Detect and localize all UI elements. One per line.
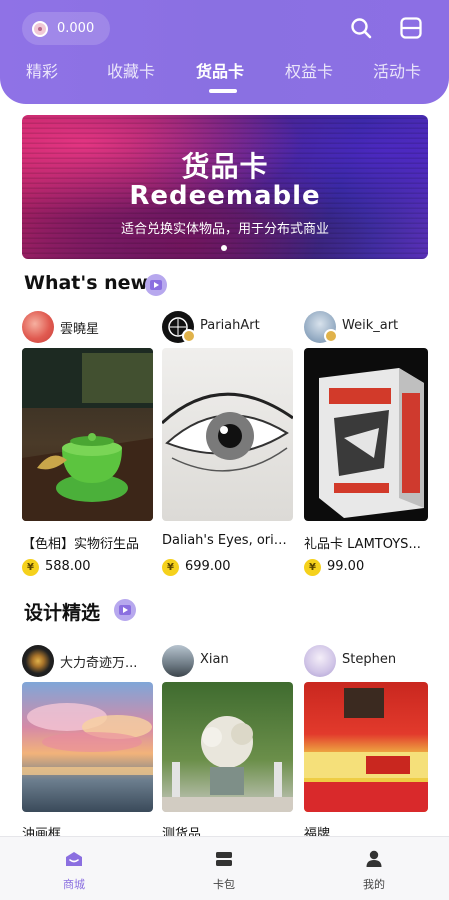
creator-name: PariahArt xyxy=(200,318,260,333)
product-name: 【色相】实物衍生品 xyxy=(22,537,140,552)
mall-icon xyxy=(66,852,82,866)
product-name: Daliah's Eyes, origi... xyxy=(162,533,293,548)
avatar xyxy=(304,645,336,677)
nav-label: 卡包 xyxy=(213,878,235,891)
yen-coin-icon: ¥ xyxy=(22,559,39,576)
product-name: 礼品卡 LAMTOYS... xyxy=(304,537,421,552)
product-card[interactable]: Xian 测货品 xyxy=(162,645,293,842)
top-header: 0.000 精彩 收藏卡 货品卡 权益卡 活动卡 xyxy=(0,0,449,104)
section-title-design-picks: 设计精选 xyxy=(24,602,101,624)
product-image xyxy=(22,348,153,521)
creator-name: 雲曉星 xyxy=(60,322,100,337)
creator-row[interactable]: 大力奇迹万... xyxy=(22,645,153,677)
creator-row[interactable]: Stephen xyxy=(304,645,428,677)
search-icon[interactable] xyxy=(349,16,373,40)
creator-name: Stephen xyxy=(342,652,397,667)
product-card[interactable]: 雲曉星 【色相】实物衍生品 ¥ 588.00 xyxy=(22,311,153,581)
yen-coin-icon: ¥ xyxy=(162,559,179,576)
avatar xyxy=(22,645,54,677)
creator-name: Weik_art xyxy=(342,318,399,333)
product-card[interactable]: Stephen 福牌 xyxy=(304,645,428,842)
bottom-navigation: 商城 卡包 我的 xyxy=(0,836,449,900)
price: 99.00 xyxy=(327,559,365,574)
carousel-indicator xyxy=(221,245,227,251)
price-row: ¥ 699.00 xyxy=(162,559,293,577)
creator-row[interactable]: Weik_art xyxy=(304,311,428,343)
nav-label: 商城 xyxy=(63,878,85,891)
verified-badge-icon xyxy=(182,329,196,343)
tab-rights-card[interactable]: 权益卡 xyxy=(285,58,333,82)
avatar xyxy=(22,311,54,343)
price: 699.00 xyxy=(185,559,231,574)
card-wallet-icon xyxy=(216,852,232,866)
yen-coin-icon: ¥ xyxy=(304,559,321,576)
category-tabs: 精彩 收藏卡 货品卡 权益卡 活动卡 xyxy=(0,58,449,92)
creator-row[interactable]: PariahArt xyxy=(162,311,293,343)
price-row: ¥ 99.00 xyxy=(304,559,435,577)
video-icon[interactable] xyxy=(114,599,136,621)
tab-goods-card[interactable]: 货品卡 xyxy=(196,58,244,82)
product-card[interactable]: Weik_art 礼品卡 LAMTOYS... ¥ 99.00 xyxy=(304,311,428,581)
profile-icon xyxy=(366,850,382,867)
product-image xyxy=(162,348,293,521)
product-image xyxy=(22,682,153,812)
active-tab-indicator xyxy=(209,89,237,93)
creator-row[interactable]: Xian xyxy=(162,645,293,677)
scan-icon[interactable] xyxy=(399,16,423,40)
banner-subtitle: Redeemable xyxy=(129,181,321,211)
promo-banner[interactable]: 货品卡 Redeemable 适合兑换实体物品，用于分布式商业 xyxy=(22,115,428,259)
nav-label: 我的 xyxy=(363,878,385,891)
product-card[interactable]: 大力奇迹万... 油画框 xyxy=(22,645,153,842)
creator-name: 大力奇迹万... xyxy=(60,656,138,671)
avatar xyxy=(162,645,194,677)
tab-featured[interactable]: 精彩 xyxy=(26,58,58,82)
video-icon[interactable] xyxy=(145,274,167,296)
banner-description: 适合兑换实体物品，用于分布式商业 xyxy=(120,222,329,237)
balance-value: 0.000 xyxy=(57,21,95,36)
price: 588.00 xyxy=(45,559,91,574)
product-image xyxy=(304,348,428,521)
banner-title: 货品卡 xyxy=(181,150,269,183)
balance-pill[interactable]: 0.000 xyxy=(22,12,110,45)
section-title-whats-new: What's new xyxy=(24,272,149,294)
product-card[interactable]: PariahArt Daliah's Eyes, origi... ¥ 699.… xyxy=(162,311,293,581)
creator-name: Xian xyxy=(200,652,229,667)
verified-badge-icon xyxy=(324,329,338,343)
nav-item-card-wallet[interactable]: 卡包 xyxy=(179,837,269,900)
nav-item-profile[interactable]: 我的 xyxy=(329,837,419,900)
creator-row[interactable]: 雲曉星 xyxy=(22,311,153,343)
product-image xyxy=(304,682,428,812)
tab-event-card[interactable]: 活动卡 xyxy=(373,58,421,82)
price-row: ¥ 588.00 xyxy=(22,559,153,577)
tab-collectibles[interactable]: 收藏卡 xyxy=(107,58,155,82)
coin-icon xyxy=(32,20,48,37)
product-image xyxy=(162,682,293,812)
nav-item-mall[interactable]: 商城 xyxy=(29,837,119,900)
